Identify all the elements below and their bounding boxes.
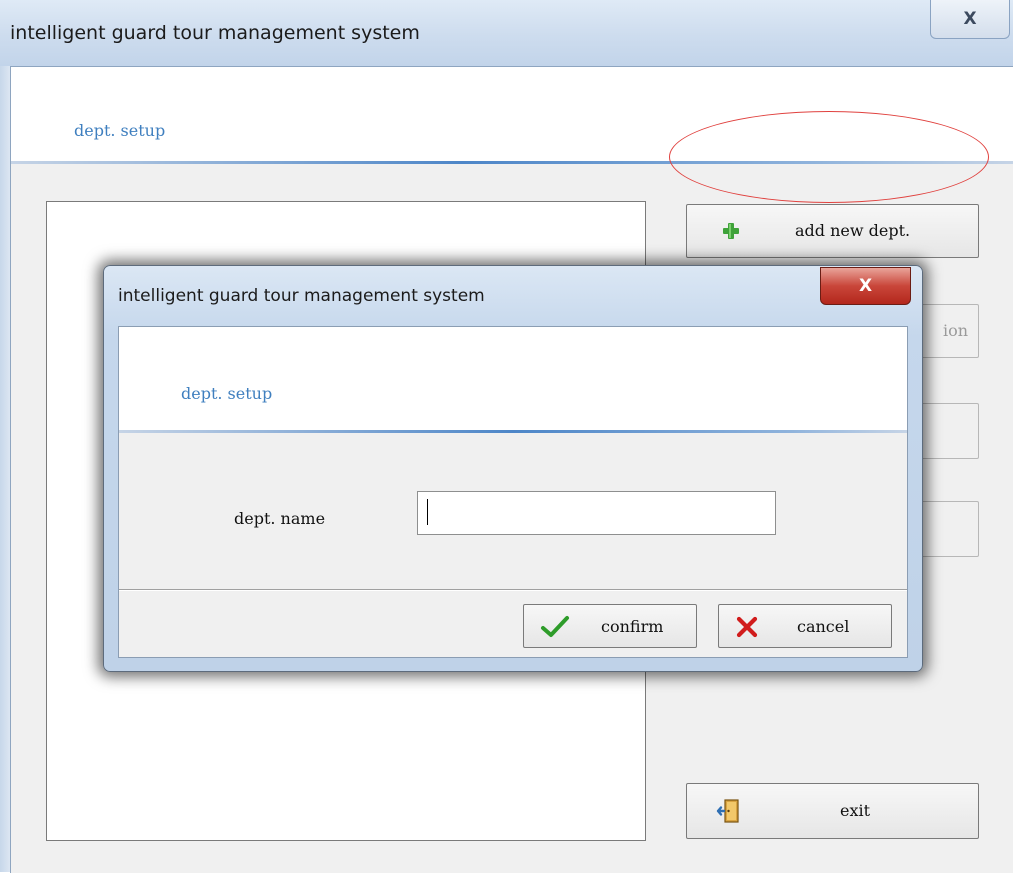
main-close-button[interactable]: X (930, 0, 1010, 39)
plus-icon (723, 223, 739, 239)
dept-name-label: dept. name (234, 509, 326, 528)
window-frame (0, 66, 10, 872)
cross-icon (736, 616, 758, 638)
dialog-header-title: dept. setup (181, 384, 273, 403)
exit-label: exit (840, 801, 871, 820)
button-label-partial: ion (943, 321, 969, 340)
dialog-header: dept. setup (119, 327, 907, 431)
exit-door-icon (716, 799, 739, 823)
main-window-title: intelligent guard tour management system (10, 22, 420, 44)
text-caret (427, 499, 428, 525)
confirm-label: confirm (601, 617, 664, 636)
exit-button[interactable]: exit (686, 783, 979, 839)
cancel-label: cancel (797, 617, 850, 636)
add-new-dept-label: add new dept. (795, 221, 911, 240)
dept-name-input[interactable] (417, 491, 776, 535)
close-icon: X (858, 276, 873, 296)
confirm-button[interactable]: confirm (523, 604, 697, 648)
footer-divider-highlight (119, 590, 907, 591)
close-icon: X (963, 9, 977, 29)
checkmark-icon (541, 616, 569, 637)
dialog-close-button[interactable]: X (820, 267, 911, 305)
dialog-body: dept. setup dept. name confirm cancel (118, 326, 908, 658)
dept-setup-dialog: intelligent guard tour management system… (103, 265, 923, 672)
dialog-title: intelligent guard tour management system (118, 286, 485, 306)
page-title: dept. setup (74, 121, 166, 140)
dialog-header-divider (119, 430, 907, 433)
add-new-dept-button[interactable]: add new dept. (686, 204, 979, 258)
highlight-annotation (669, 111, 989, 203)
cancel-button[interactable]: cancel (718, 604, 892, 648)
main-titlebar: intelligent guard tour management system… (0, 0, 1013, 66)
